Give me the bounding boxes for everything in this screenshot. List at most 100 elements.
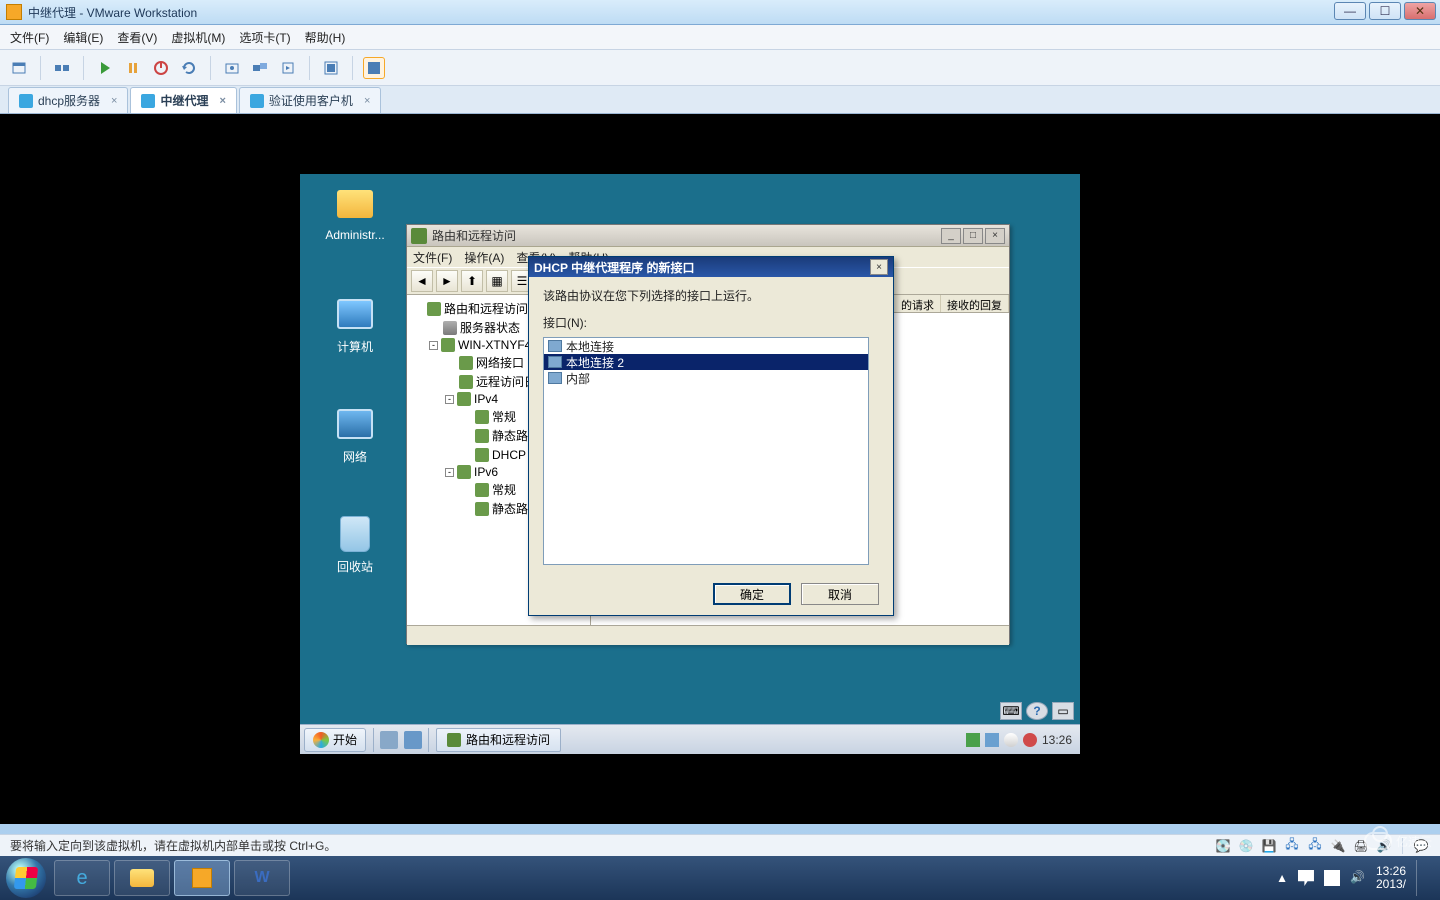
tray-shield-icon[interactable] xyxy=(966,733,980,747)
tb-snapshot-mgr-icon[interactable] xyxy=(249,57,271,79)
tb-snapshot-icon[interactable] xyxy=(221,57,243,79)
desktop-icon-network[interactable]: 网络 xyxy=(320,404,390,465)
host-start-button[interactable] xyxy=(6,858,46,898)
mmc-titlebar[interactable]: 路由和远程访问 _ □ × xyxy=(407,225,1009,247)
col-requests[interactable]: 的请求 xyxy=(895,295,941,312)
tray-alert-icon[interactable] xyxy=(1023,733,1037,747)
taskbar-explorer[interactable] xyxy=(114,860,170,896)
nav-forward-icon[interactable]: ► xyxy=(436,270,458,292)
tb-revert-icon[interactable] xyxy=(277,57,299,79)
quicklaunch-desktop-icon[interactable] xyxy=(404,731,422,749)
computer-icon xyxy=(337,299,373,329)
tray-action-center-icon[interactable] xyxy=(1298,870,1314,886)
interface-list-item[interactable]: 本地连接 xyxy=(544,338,868,354)
menu-file[interactable]: 文件(F) xyxy=(10,29,49,46)
tree-expand-icon[interactable]: - xyxy=(445,468,454,477)
tray-updates-icon[interactable] xyxy=(1004,733,1018,747)
nav-back-icon[interactable]: ◄ xyxy=(411,270,433,292)
tree-node-label: 远程访问日 xyxy=(476,373,536,390)
guest-desktop[interactable]: Administr... 计算机 网络 回收站 路由和远程访问 xyxy=(300,174,1080,754)
dialog-close-button[interactable]: × xyxy=(870,259,888,275)
tab-dhcp-server[interactable]: dhcp服务器 × xyxy=(8,87,128,113)
ok-button[interactable]: 确定 xyxy=(713,583,791,605)
status-net2-icon[interactable]: 🖧 xyxy=(1306,838,1324,854)
windows-flag-icon xyxy=(14,867,38,889)
tb-power-on-icon[interactable] xyxy=(94,57,116,79)
interface-list[interactable]: 本地连接本地连接 2内部 xyxy=(543,337,869,565)
guest-start-button[interactable]: 开始 xyxy=(304,728,366,752)
guest-systray[interactable]: 13:26 xyxy=(958,733,1080,747)
status-usb-icon[interactable]: 🔌 xyxy=(1329,838,1347,854)
guest-clock[interactable]: 13:26 xyxy=(1042,733,1072,747)
taskbar-ie[interactable]: e xyxy=(54,860,110,896)
dialog-titlebar[interactable]: DHCP 中继代理程序 的新接口 × xyxy=(529,257,893,277)
host-systray[interactable]: ▲ 🔊 13:26 2013/ xyxy=(1268,860,1434,896)
status-hdd-icon[interactable]: 💽 xyxy=(1214,838,1232,854)
vm-icon xyxy=(250,94,264,108)
tb-home-icon[interactable] xyxy=(8,57,30,79)
interface-list-item[interactable]: 内部 xyxy=(544,370,868,386)
guest-device-icon[interactable]: ⌨ xyxy=(1000,702,1022,720)
col-replies[interactable]: 接收的回复 xyxy=(941,295,1009,312)
tab-close-icon[interactable]: × xyxy=(219,95,225,107)
desktop-icon-computer[interactable]: 计算机 xyxy=(320,294,390,355)
menu-edit[interactable]: 编辑(E) xyxy=(63,29,103,46)
tab-client[interactable]: 验证使用客户机 × xyxy=(239,87,381,113)
quicklaunch-explorer-icon[interactable] xyxy=(380,731,398,749)
desktop-icon-recycle-bin[interactable]: 回收站 xyxy=(320,514,390,575)
mmc-menu-file[interactable]: 文件(F) xyxy=(413,249,452,266)
tree-expand-icon[interactable]: - xyxy=(445,395,454,404)
nav-up-icon[interactable]: ⬆ xyxy=(461,270,483,292)
host-close-button[interactable]: ✕ xyxy=(1404,2,1436,20)
rras-icon xyxy=(447,733,461,747)
tb-power-off-icon[interactable] xyxy=(150,57,172,79)
tb-reset-icon[interactable] xyxy=(178,57,200,79)
tab-close-icon[interactable]: × xyxy=(364,95,370,107)
new-interface-dialog: DHCP 中继代理程序 的新接口 × 该路由协议在您下列选择的接口上运行。 接口… xyxy=(528,256,894,616)
show-desktop-button[interactable] xyxy=(1416,860,1426,896)
desktop-icon-administrator[interactable]: Administr... xyxy=(320,184,390,242)
tb-unity-icon[interactable] xyxy=(320,57,342,79)
tab-relay-agent[interactable]: 中继代理 × xyxy=(130,87,236,113)
tray-network-icon[interactable] xyxy=(1324,870,1340,886)
icon-label: 回收站 xyxy=(320,558,390,575)
vmware-menubar[interactable]: 文件(F) 编辑(E) 查看(V) 虚拟机(M) 选项卡(T) 帮助(H) xyxy=(0,25,1440,50)
status-net1-icon[interactable]: 🖧 xyxy=(1283,838,1301,854)
host-maximize-button[interactable]: ☐ xyxy=(1369,2,1401,20)
host-date[interactable]: 2013/ xyxy=(1376,878,1406,891)
guest-expand-icon[interactable]: ▭ xyxy=(1052,702,1074,720)
mmc-minimize-button[interactable]: _ xyxy=(941,228,961,244)
start-label: 开始 xyxy=(333,731,357,748)
status-floppy-icon[interactable]: 💾 xyxy=(1260,838,1278,854)
taskbar-word[interactable]: W xyxy=(234,860,290,896)
menu-view[interactable]: 查看(V) xyxy=(117,29,157,46)
menu-vm[interactable]: 虚拟机(M) xyxy=(171,29,225,46)
menu-help[interactable]: 帮助(H) xyxy=(305,29,346,46)
tab-close-icon[interactable]: × xyxy=(111,95,117,107)
tray-volume-icon[interactable]: 🔊 xyxy=(1350,870,1366,886)
tree-node-label: 服务器状态 xyxy=(460,319,520,336)
host-minimize-button[interactable]: — xyxy=(1334,2,1366,20)
mmc-menu-action[interactable]: 操作(A) xyxy=(464,249,504,266)
tray-network-icon[interactable] xyxy=(985,733,999,747)
tb-suspend-icon[interactable] xyxy=(122,57,144,79)
mmc-close-button[interactable]: × xyxy=(985,228,1005,244)
guest-help-icon[interactable]: ? xyxy=(1026,702,1048,720)
menu-tabs[interactable]: 选项卡(T) xyxy=(239,29,290,46)
taskbar-task-rras[interactable]: 路由和远程访问 xyxy=(436,728,561,752)
tb-fullscreen-icon[interactable] xyxy=(363,57,385,79)
taskbar-vmware[interactable] xyxy=(174,860,230,896)
tb-connect-icon[interactable] xyxy=(51,57,73,79)
tray-expand-icon[interactable]: ▲ xyxy=(1276,871,1288,885)
tree-node-icon xyxy=(459,356,473,370)
show-hide-tree-icon[interactable]: ▦ xyxy=(486,270,508,292)
interface-list-item[interactable]: 本地连接 2 xyxy=(544,354,868,370)
vm-display-area[interactable]: Administr... 计算机 网络 回收站 路由和远程访问 xyxy=(0,114,1440,824)
mmc-maximize-button[interactable]: □ xyxy=(963,228,983,244)
icon-label: Administr... xyxy=(320,228,390,242)
status-cd-icon[interactable]: 💿 xyxy=(1237,838,1255,854)
cancel-button[interactable]: 取消 xyxy=(801,583,879,605)
tree-expand-icon[interactable]: - xyxy=(429,341,438,350)
tab-label: dhcp服务器 xyxy=(38,92,100,109)
tree-node-icon xyxy=(475,502,489,516)
